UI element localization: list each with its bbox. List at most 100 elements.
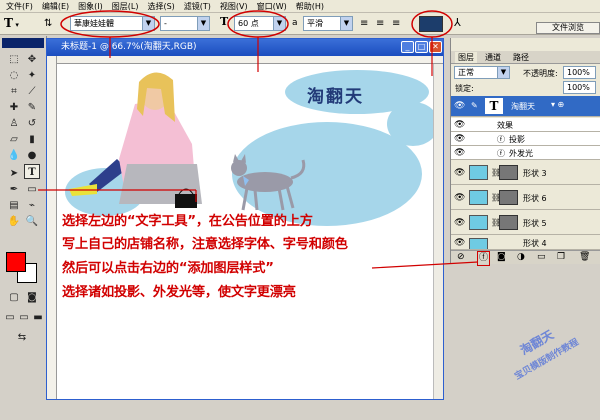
effect-icon: ⓕ xyxy=(497,135,505,144)
document-title-bar: 未标题-1 @ 66.7%(淘翻天,RGB) _ □ ✕ xyxy=(47,39,443,56)
toolbox-header xyxy=(2,38,44,48)
vector-mask-thumbnail xyxy=(499,215,518,230)
layers-bottom-bar: ⊘ ⓕ ◙ ◑ ▭ ❐ 🗑 xyxy=(451,250,600,266)
stamp-tool-icon[interactable]: ♙ xyxy=(6,116,22,131)
fill-input[interactable]: 100% xyxy=(563,81,596,94)
dodge-tool-icon[interactable]: ● xyxy=(24,148,40,163)
text-layer-icon: T xyxy=(485,98,503,114)
effect-label: 投影 xyxy=(509,135,525,144)
canvas: 淘翻天 xyxy=(57,64,443,399)
add-mask-icon[interactable]: ◙ xyxy=(497,251,506,264)
blur-tool-icon[interactable]: 💧 xyxy=(6,148,22,163)
fx-icon: ▾ ⊕ xyxy=(551,100,565,109)
trash-icon[interactable]: 🗑 xyxy=(579,251,590,264)
quickmask-off-icon[interactable]: ▢ xyxy=(6,290,22,305)
opacity-input[interactable]: 100% xyxy=(563,66,596,79)
layer-name: 淘翻天 xyxy=(511,102,535,111)
zoom-tool-icon[interactable]: 🔍 xyxy=(24,214,40,229)
brush-link-icon: ✎ xyxy=(471,101,478,110)
layer-row-shape[interactable]: 👁 ⛓ 形状 3 xyxy=(451,161,600,185)
crop-tool-icon[interactable]: ⌗ xyxy=(6,84,22,99)
effect-icon: ⓕ xyxy=(497,149,505,158)
headline-text[interactable]: 淘翻天 xyxy=(307,86,364,107)
instruction-line-1: 选择左边的“文字工具”，在公告位置的上方 xyxy=(62,214,313,229)
layer-row-shape[interactable]: 👁 ⛓ 形状 5 xyxy=(451,211,600,235)
layer-name: 形状 6 xyxy=(523,194,547,203)
minimize-button[interactable]: _ xyxy=(401,41,414,53)
layer-effects-header[interactable]: 👁 效果 xyxy=(451,118,600,132)
chevron-down-icon: ▼ xyxy=(497,67,509,78)
ruler-horizontal xyxy=(57,56,443,64)
blend-mode-value: 正常 xyxy=(458,68,474,77)
vector-mask-thumbnail xyxy=(499,190,518,205)
layer-row-shape[interactable]: 👁 ⛓ 形状 6 xyxy=(451,186,600,210)
layer-name: 形状 3 xyxy=(523,169,547,178)
vector-mask-thumbnail xyxy=(499,165,518,180)
eye-icon[interactable]: 👁 xyxy=(454,101,465,111)
lasso-tool-icon[interactable]: ◌ xyxy=(6,68,22,83)
quickmask-on-icon[interactable]: ◙ xyxy=(24,290,40,305)
highlight-color xyxy=(411,10,453,38)
instruction-line-4: 选择诸如投影、外发光等，使文字更漂亮 xyxy=(62,285,296,300)
instruction-line-2: 写上自己的店铺名称，注意选择字体、字号和颜色 xyxy=(62,237,348,252)
instruction-line-3: 然后可以点击右边的“添加图层样式” xyxy=(62,261,274,276)
foreground-color-swatch[interactable] xyxy=(6,252,26,272)
healing-brush-icon[interactable]: ✚ xyxy=(6,100,22,115)
slice-tool-icon[interactable]: ⟋ xyxy=(24,84,40,99)
blend-mode-select[interactable]: 正常 ▼ xyxy=(454,66,510,79)
lock-label: 锁定: xyxy=(455,84,474,93)
adjustment-layer-icon[interactable]: ◑ xyxy=(517,251,525,264)
add-layer-style-button[interactable]: ⓕ xyxy=(477,251,491,266)
history-brush-icon[interactable]: ↺ xyxy=(24,116,40,131)
eraser-tool-icon[interactable]: ▱ xyxy=(6,132,22,147)
magic-wand-tool-icon[interactable]: ✦ xyxy=(24,68,40,83)
jump-to-imageready-icon[interactable]: ⇆ xyxy=(14,330,30,345)
tab-channels[interactable]: 通道 xyxy=(485,52,501,63)
tab-layers[interactable]: 图层 xyxy=(455,52,477,63)
layers-panel: 图层 通道 路径 正常 ▼ 不透明度: 100% 锁定: 100% 👁 ✎ T 淘… xyxy=(450,38,600,266)
opacity-value: 100% xyxy=(567,68,590,77)
vertical-scrollbar[interactable] xyxy=(433,64,443,399)
eye-icon[interactable]: 👁 xyxy=(454,193,465,203)
close-button[interactable]: ✕ xyxy=(429,41,442,53)
type-tool-icon[interactable]: T xyxy=(24,164,40,179)
eye-icon[interactable]: 👁 xyxy=(454,120,465,130)
highlight-font-size xyxy=(227,10,289,38)
document-title: 未标题-1 @ 66.7%(淘翻天,RGB) xyxy=(61,42,197,52)
layer-name: 形状 5 xyxy=(523,219,547,228)
effects-label: 效果 xyxy=(497,121,513,130)
highlight-font-family xyxy=(60,10,160,38)
marquee-tool-icon[interactable]: ⬚ xyxy=(6,52,22,67)
layer-row-text[interactable]: 👁 ✎ T 淘翻天 ▾ ⊕ xyxy=(451,96,600,117)
layer-row-shape[interactable]: 👁 形状 4 xyxy=(451,236,600,250)
shape-thumbnail xyxy=(469,238,488,249)
eye-icon[interactable]: 👁 xyxy=(454,134,465,144)
maximize-button[interactable]: □ xyxy=(415,41,428,53)
opacity-label: 不透明度: xyxy=(523,69,558,78)
link-layers-icon[interactable]: ⊘ xyxy=(457,251,465,264)
new-group-icon[interactable]: ▭ xyxy=(537,251,546,264)
eye-icon[interactable]: 👁 xyxy=(454,218,465,228)
eye-icon[interactable]: 👁 xyxy=(454,148,465,158)
move-tool-icon[interactable]: ✥ xyxy=(24,52,40,67)
tab-paths[interactable]: 路径 xyxy=(513,52,529,63)
gradient-tool-icon[interactable]: ▮ xyxy=(24,132,40,147)
shape-tool-icon[interactable]: ▭ xyxy=(24,182,40,197)
layer-effect-outer-glow[interactable]: 👁 ⓕ 外发光 xyxy=(451,146,600,160)
path-select-icon[interactable]: ➤ xyxy=(6,166,22,181)
eye-icon[interactable]: 👁 xyxy=(454,168,465,178)
new-layer-icon[interactable]: ❐ xyxy=(557,251,565,264)
eye-icon[interactable]: 👁 xyxy=(454,238,465,248)
shape-thumbnail xyxy=(469,165,488,180)
fill-value: 100% xyxy=(567,83,590,92)
eyedropper-tool-icon[interactable]: ⌁ xyxy=(24,198,40,213)
brush-tool-icon[interactable]: ✎ xyxy=(24,100,40,115)
layer-effect-drop-shadow[interactable]: 👁 ⓕ 投影 xyxy=(451,132,600,146)
screen-mode-full-icon[interactable]: ▬ xyxy=(30,310,46,325)
effect-label: 外发光 xyxy=(509,149,533,158)
panel-tabs: 图层 通道 路径 xyxy=(451,51,600,64)
pen-tool-icon[interactable]: ✒ xyxy=(6,182,22,197)
shape-thumbnail xyxy=(469,190,488,205)
notes-tool-icon[interactable]: ▤ xyxy=(6,198,22,213)
hand-tool-icon[interactable]: ✋ xyxy=(6,214,22,229)
